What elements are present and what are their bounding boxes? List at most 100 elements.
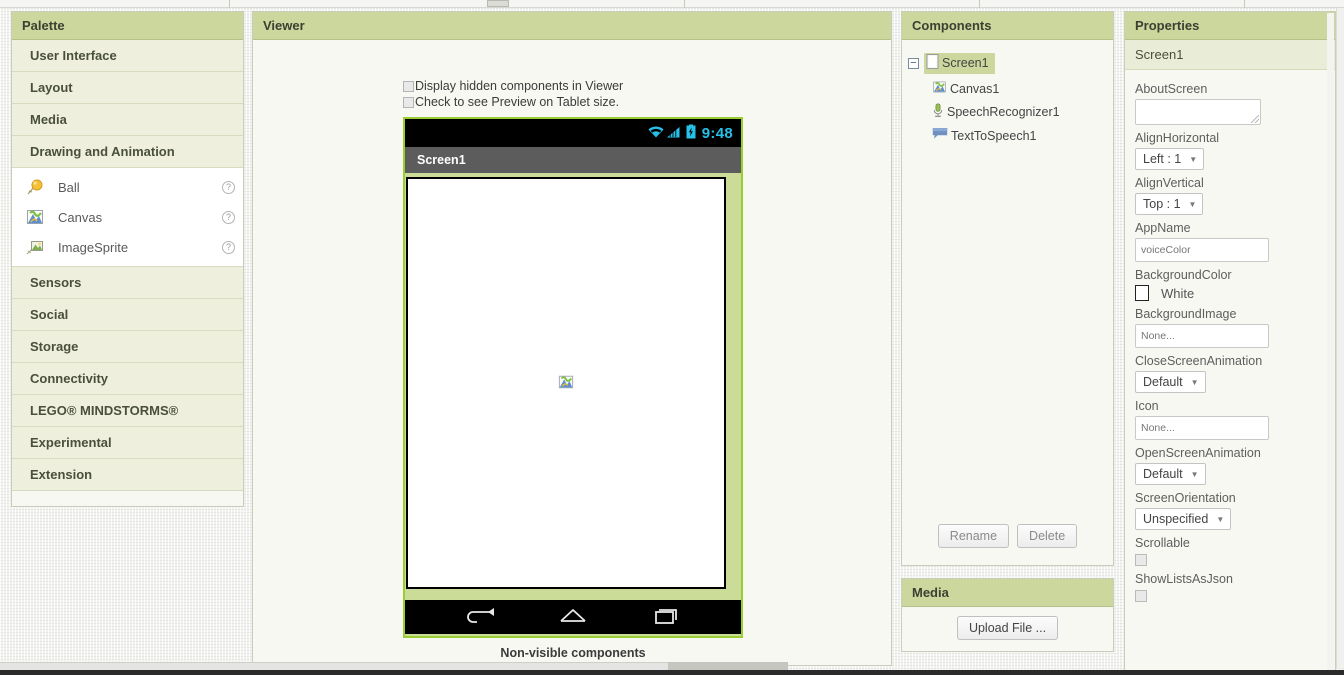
palette-category-media[interactable]: Media bbox=[12, 104, 243, 136]
rename-button[interactable]: Rename bbox=[937, 524, 1010, 548]
media-header: Media bbox=[902, 579, 1113, 607]
display-hidden-components-label: Display hidden components in Viewer bbox=[415, 79, 624, 93]
icon-input[interactable] bbox=[1135, 416, 1269, 440]
toolbar-segment bbox=[980, 0, 1245, 8]
palette-category-social[interactable]: Social bbox=[12, 299, 243, 331]
top-toolbar-strip bbox=[0, 0, 1344, 8]
appname-input[interactable] bbox=[1135, 238, 1269, 262]
display-hidden-components-checkbox[interactable] bbox=[403, 81, 414, 92]
backgroundimage-input[interactable] bbox=[1135, 324, 1269, 348]
chevron-down-icon: ▼ bbox=[1189, 154, 1198, 164]
media-body: Upload File ... bbox=[902, 607, 1113, 649]
palette-category-user-interface[interactable]: User Interface bbox=[12, 40, 243, 72]
home-icon[interactable] bbox=[556, 606, 590, 629]
canvas-component[interactable] bbox=[406, 177, 726, 589]
phone-status-time: 9:48 bbox=[701, 124, 733, 142]
canvas-icon bbox=[558, 374, 574, 393]
tablet-preview-label: Check to see Preview on Tablet size. bbox=[415, 95, 620, 109]
palette-category-sensors[interactable]: Sensors bbox=[12, 267, 243, 299]
help-icon[interactable]: ? bbox=[222, 240, 235, 254]
palette-drawing-items: Ball ? Canvas ? ImageSprite ? bbox=[12, 168, 243, 267]
property-icon: Icon bbox=[1135, 399, 1325, 440]
closescreenanimation-select[interactable]: Default ▼ bbox=[1135, 371, 1206, 393]
palette-category-lego-mindstorms[interactable]: LEGO® MINDSTORMS® bbox=[12, 395, 243, 427]
palette-category-label[interactable]: Drawing and Animation bbox=[12, 136, 243, 168]
palette-category-experimental[interactable]: Experimental bbox=[12, 427, 243, 459]
property-appname: AppName bbox=[1135, 221, 1325, 262]
media-panel: Media Upload File ... bbox=[901, 578, 1114, 652]
screen-icon bbox=[926, 54, 939, 72]
property-label: CloseScreenAnimation bbox=[1135, 354, 1263, 368]
tree-item-texttospeech1[interactable]: TextToSpeech1 bbox=[908, 124, 1107, 147]
palette-category-label[interactable]: Layout bbox=[12, 72, 243, 104]
select-value: Default bbox=[1143, 467, 1183, 481]
help-icon[interactable]: ? bbox=[222, 210, 235, 224]
phone-mockup[interactable]: 9:48 Screen1 bbox=[403, 117, 743, 638]
tree-item-speechrecognizer1[interactable]: SpeechRecognizer1 bbox=[908, 100, 1107, 124]
chevron-down-icon: ▼ bbox=[1190, 469, 1199, 479]
palette-item-ball[interactable]: Ball ? bbox=[12, 172, 243, 202]
battery-icon bbox=[686, 124, 696, 142]
scrollable-checkbox[interactable] bbox=[1135, 554, 1147, 566]
palette-category-label[interactable]: User Interface bbox=[12, 40, 243, 72]
page-horizontal-scrollbar-thumb[interactable] bbox=[668, 662, 788, 670]
toolbar-control[interactable] bbox=[487, 0, 509, 7]
components-panel: Components − Screen1 Canvas1 SpeechRecog… bbox=[901, 11, 1114, 566]
property-screenorientation: ScreenOrientation Unspecified ▼ bbox=[1135, 491, 1325, 530]
property-alignvertical: AlignVertical Top : 1 ▼ bbox=[1135, 176, 1325, 215]
properties-subject: Screen1 bbox=[1125, 40, 1335, 70]
display-hidden-components-checkbox-row[interactable]: Display hidden components in Viewer bbox=[403, 79, 623, 94]
palette-panel: Palette User Interface Layout Media Draw… bbox=[11, 11, 244, 507]
phone-title-bar: Screen1 bbox=[405, 147, 741, 173]
signal-icon bbox=[666, 125, 681, 142]
screenorientation-select[interactable]: Unspecified ▼ bbox=[1135, 508, 1232, 530]
property-alignhorizontal: AlignHorizontal Left : 1 ▼ bbox=[1135, 131, 1325, 170]
help-icon[interactable]: ? bbox=[222, 180, 235, 194]
tree-collapse-icon[interactable]: − bbox=[908, 58, 919, 69]
tree-item-canvas1[interactable]: Canvas1 bbox=[908, 77, 1107, 100]
delete-button[interactable]: Delete bbox=[1017, 524, 1078, 548]
properties-scrollbar[interactable] bbox=[1327, 13, 1334, 673]
palette-item-canvas[interactable]: Canvas ? bbox=[12, 202, 243, 232]
palette-category-extension[interactable]: Extension bbox=[12, 459, 243, 491]
property-label: Icon bbox=[1135, 399, 1159, 413]
toolbar-segment bbox=[685, 0, 980, 8]
back-icon[interactable] bbox=[464, 606, 498, 629]
toolbar-segment bbox=[0, 0, 230, 8]
openscreenanimation-select[interactable]: Default ▼ bbox=[1135, 463, 1206, 485]
tree-item-screen1[interactable]: − Screen1 bbox=[908, 50, 1107, 77]
viewer-body: Display hidden components in Viewer Chec… bbox=[253, 40, 891, 675]
chevron-down-icon: ▼ bbox=[1188, 199, 1197, 209]
showlistsasjson-checkbox[interactable] bbox=[1135, 590, 1147, 602]
upload-file-button[interactable]: Upload File ... bbox=[956, 616, 1059, 640]
property-label: AlignHorizontal bbox=[1135, 131, 1220, 145]
phone-screen-area[interactable] bbox=[405, 173, 741, 600]
image-sprite-icon bbox=[26, 238, 44, 256]
tablet-preview-checkbox-row[interactable]: Check to see Preview on Tablet size. bbox=[403, 95, 619, 110]
page-vertical-scrollbar[interactable] bbox=[1336, 8, 1344, 668]
property-openscreenanimation: OpenScreenAnimation Default ▼ bbox=[1135, 446, 1325, 485]
select-value: Top : 1 bbox=[1143, 197, 1181, 211]
page-horizontal-scrollbar-track[interactable] bbox=[0, 662, 668, 670]
palette-category-drawing-and-animation[interactable]: Drawing and Animation bbox=[12, 136, 243, 168]
phone-status-bar: 9:48 bbox=[405, 119, 741, 147]
palette-item-imagesprite[interactable]: ImageSprite ? bbox=[12, 232, 243, 262]
property-closescreenanimation: CloseScreenAnimation Default ▼ bbox=[1135, 354, 1325, 393]
phone-navigation-bar bbox=[405, 600, 741, 634]
select-value: Left : 1 bbox=[1143, 152, 1182, 166]
property-showlistsasjson: ShowListsAsJson bbox=[1135, 572, 1325, 602]
properties-panel: Properties Screen1 AboutScreen AlignHori… bbox=[1124, 11, 1336, 675]
property-label: ShowListsAsJson bbox=[1135, 572, 1233, 586]
palette-category-storage[interactable]: Storage bbox=[12, 331, 243, 363]
alignhorizontal-select[interactable]: Left : 1 ▼ bbox=[1135, 148, 1205, 170]
speech-bubble-icon bbox=[932, 127, 948, 144]
recents-icon[interactable] bbox=[648, 606, 682, 629]
palette-category-label[interactable]: Media bbox=[12, 104, 243, 136]
alignvertical-select[interactable]: Top : 1 ▼ bbox=[1135, 193, 1204, 215]
tree-item-label: Canvas1 bbox=[950, 81, 1000, 96]
backgroundcolor-picker[interactable]: White bbox=[1135, 285, 1325, 301]
aboutscreen-textarea[interactable] bbox=[1135, 99, 1261, 125]
palette-category-connectivity[interactable]: Connectivity bbox=[12, 363, 243, 395]
palette-category-layout[interactable]: Layout bbox=[12, 72, 243, 104]
tablet-preview-checkbox[interactable] bbox=[403, 97, 414, 108]
